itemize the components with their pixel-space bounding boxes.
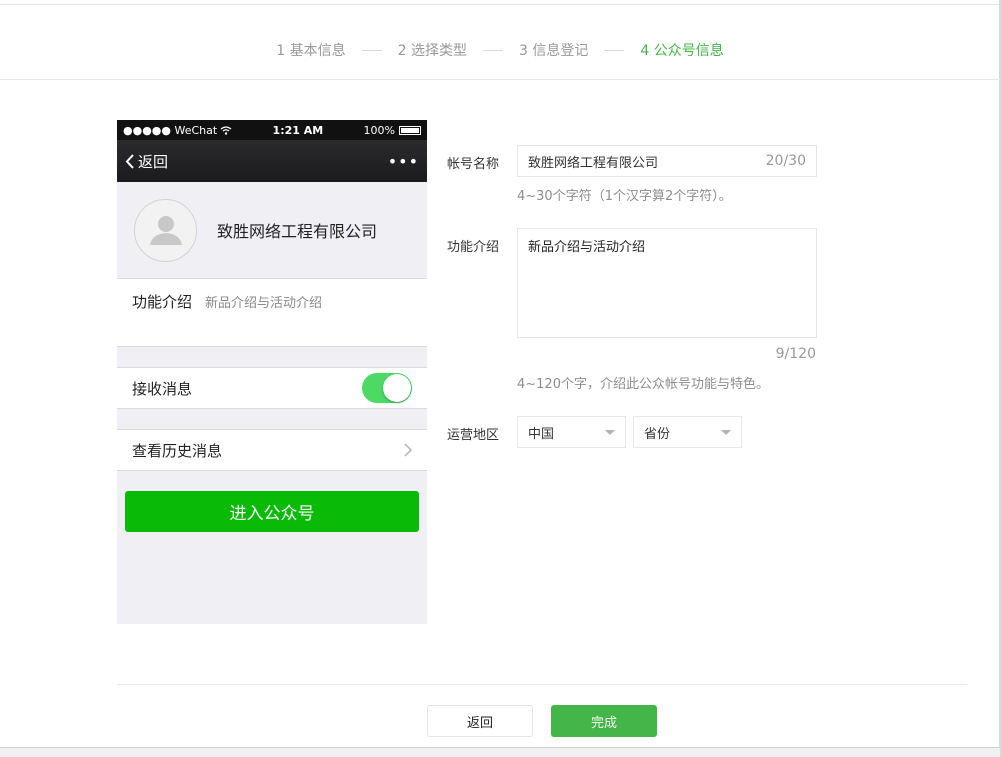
country-select[interactable]: 中国 (517, 416, 626, 448)
window-bottom-bar (0, 747, 1000, 757)
chevron-left-icon (125, 153, 134, 169)
header-divider (0, 79, 1000, 80)
battery-percent: 100% (363, 123, 395, 137)
province-value: 省份 (644, 426, 671, 442)
profile-header: 致胜网络工程有限公司 (117, 182, 427, 279)
footer-divider (117, 684, 967, 685)
step-separator (604, 49, 625, 51)
wifi-icon (220, 125, 232, 135)
region-label: 运营地区 (447, 428, 500, 443)
step-separator (483, 49, 503, 51)
step-separator (361, 49, 382, 51)
phone-preview: ●●●●● WeChat 1:21 AM 100% 返回 ••• 致胜网络工程有… (117, 120, 427, 624)
chevron-right-icon (404, 443, 412, 457)
account-name-input[interactable]: 致胜网络工程有限公司 20/30 (517, 145, 817, 177)
profile-name: 致胜网络工程有限公司 (217, 222, 378, 241)
caret-down-icon (605, 429, 615, 435)
province-select[interactable]: 省份 (633, 416, 742, 448)
account-name-counter: 20/30 (765, 153, 806, 169)
view-history-row[interactable]: 查看历史消息 (117, 429, 427, 471)
phone-status-bar: ●●●●● WeChat 1:21 AM 100% (117, 120, 427, 140)
step-select-type: 2 选择类型 (397, 43, 467, 59)
step-progress: 1 基本信息 2 选择类型 3 信息登记 4 公众号信息 (0, 40, 1000, 60)
intro-label: 功能介绍 (132, 293, 193, 311)
status-time: 1:21 AM (272, 123, 324, 137)
receive-messages-label: 接收消息 (132, 379, 193, 398)
intro-counter: 9/120 (775, 346, 816, 362)
intro-hint: 4~120个字，介绍此公众帐号功能与特色。 (517, 377, 769, 392)
caret-down-icon (721, 429, 731, 435)
back-button[interactable]: 返回 (427, 705, 533, 737)
account-name-value: 致胜网络工程有限公司 (528, 155, 659, 171)
top-border (0, 4, 1000, 5)
step-basic-info: 1 基本信息 (276, 43, 346, 59)
view-history-label: 查看历史消息 (132, 441, 223, 460)
receive-messages-row: 接收消息 (117, 367, 427, 409)
intro-row: 功能介绍 新品介绍与活动介绍 (117, 279, 427, 347)
country-value: 中国 (528, 426, 555, 442)
receive-messages-toggle[interactable] (362, 373, 412, 403)
account-name-hint: 4~30个字符（1个汉字算2个字符）。 (517, 189, 732, 204)
intro-text: 新品介绍与活动介绍 (205, 296, 323, 311)
step-registration: 3 信息登记 (519, 43, 589, 59)
battery-icon (399, 125, 421, 135)
avatar (134, 198, 197, 262)
done-button[interactable]: 完成 (551, 705, 657, 737)
phone-back-button[interactable]: 返回 (125, 151, 168, 172)
intro-textarea[interactable]: 新品介绍与活动介绍 (517, 228, 817, 338)
step-account-info: 4 公众号信息 (640, 43, 724, 59)
enter-account-button[interactable]: 进入公众号 (125, 491, 419, 532)
carrier-signal: ●●●●● WeChat (123, 123, 218, 137)
phone-back-label: 返回 (138, 152, 169, 171)
account-name-label: 帐号名称 (447, 157, 500, 172)
more-icon[interactable]: ••• (388, 152, 419, 171)
user-icon (149, 216, 182, 245)
intro-field-label: 功能介绍 (447, 240, 500, 255)
phone-nav-bar: 返回 ••• (117, 140, 427, 182)
